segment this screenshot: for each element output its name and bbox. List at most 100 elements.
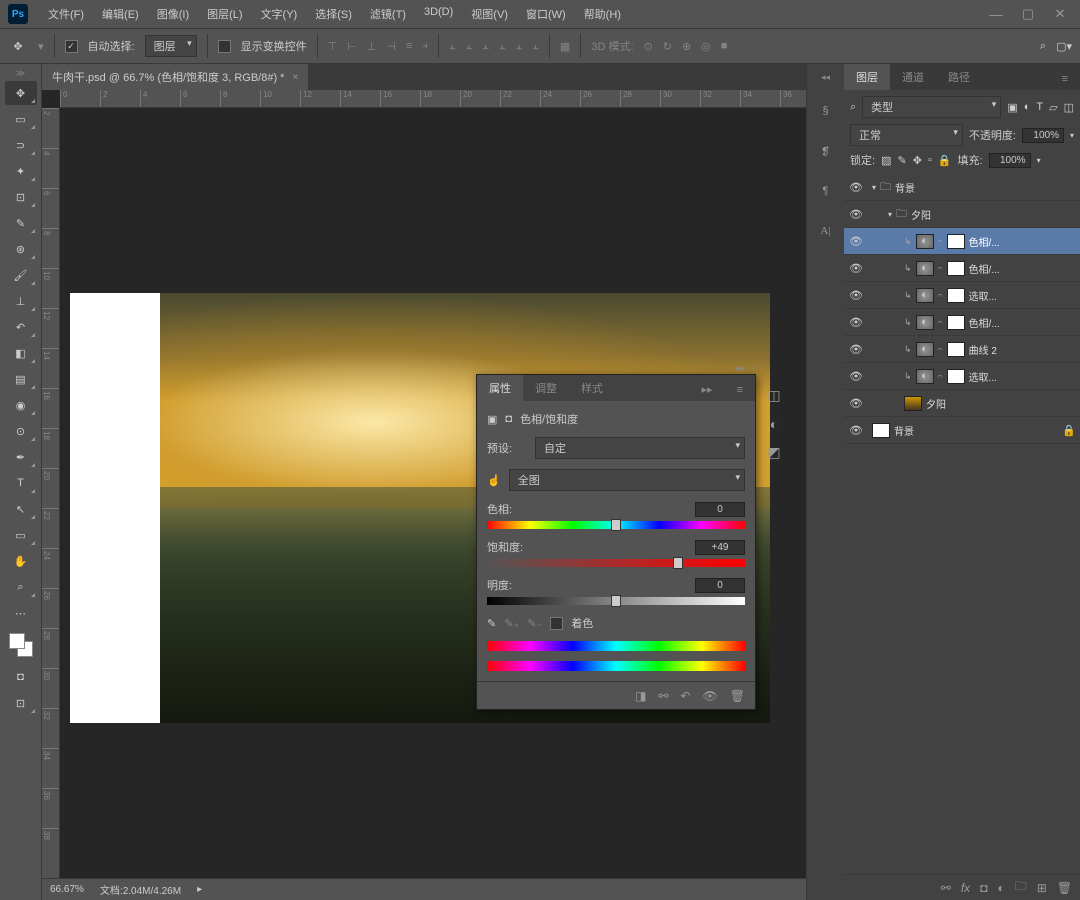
range-dropdown[interactable]: 全图 [509, 469, 745, 491]
hue-value[interactable]: 0 [695, 502, 745, 517]
layer-name[interactable]: 色相/... [969, 234, 1076, 249]
visibility-icon[interactable]: 👁 [848, 181, 864, 194]
adjustment-icon[interactable]: ◐ [997, 881, 1004, 895]
filter-kind-dropdown[interactable]: 类型 [862, 96, 1001, 118]
gradient-tool[interactable]: ▤ [5, 367, 37, 391]
type-tool[interactable]: T [5, 471, 37, 495]
eyedropper-minus-icon[interactable]: ✎₋ [527, 617, 542, 630]
character-panel-icon[interactable]: ❡ [814, 139, 838, 163]
collapse-dock-icon[interactable]: ◂◂ [735, 363, 744, 374]
lock-transparent-icon[interactable]: ▨ [881, 154, 891, 167]
3d-icon[interactable]: ■ [721, 40, 728, 52]
hand-tool[interactable]: ✋ [5, 549, 37, 573]
paragraph-panel-icon[interactable]: ¶ [814, 179, 838, 203]
screenmode-tool[interactable]: ⊡ [5, 691, 37, 715]
layer-name[interactable]: 背景 [895, 180, 1076, 195]
fill-input[interactable]: 100% [989, 153, 1031, 168]
menu-filter[interactable]: 滤镜(T) [362, 2, 414, 26]
clip-icon[interactable]: ◨ [635, 689, 646, 703]
visibility-icon[interactable]: 👁 [848, 397, 864, 410]
color-swatch[interactable] [9, 633, 33, 657]
lock-artboard-icon[interactable]: ▫ [928, 154, 932, 166]
align-icon[interactable]: ⊥ [367, 40, 377, 53]
marquee-tool[interactable]: ▭ [5, 107, 37, 131]
minimize-button[interactable]: — [984, 5, 1008, 23]
distribute-icon[interactable]: ⫠ [516, 40, 523, 53]
panel-menu-icon[interactable]: ≡ [725, 379, 755, 401]
menu-type[interactable]: 文字(Y) [253, 2, 306, 26]
layer-row[interactable]: 👁↳◐𝄐色相/... [844, 309, 1080, 336]
visibility-icon[interactable]: 👁 [848, 208, 864, 221]
menu-window[interactable]: 窗口(W) [518, 2, 574, 26]
edit-toolbar[interactable]: ⋯ [5, 601, 37, 625]
layer-name[interactable]: 背景 [894, 423, 1058, 438]
glyphs-panel-icon[interactable]: A| [814, 219, 838, 243]
menu-view[interactable]: 视图(V) [463, 2, 516, 26]
menu-select[interactable]: 选择(S) [307, 2, 360, 26]
lock-position-icon[interactable]: ✥ [913, 154, 922, 167]
close-dock-icon[interactable]: × [750, 363, 755, 374]
crop-tool[interactable]: ⊡ [5, 185, 37, 209]
doc-info[interactable]: 文档:2.04M/4.26M [100, 882, 181, 897]
zoom-tool[interactable]: ⌕ [5, 575, 37, 599]
visibility-icon[interactable]: 👁 [848, 262, 864, 275]
lasso-tool[interactable]: ⊃ [5, 133, 37, 157]
align-icon[interactable]: ⊤ [328, 40, 338, 53]
path-tool[interactable]: ↖ [5, 497, 37, 521]
visibility-icon[interactable]: 👁 [848, 289, 864, 302]
distribute-icon[interactable]: ⫠ [466, 40, 473, 53]
transform-checkbox[interactable] [218, 40, 231, 53]
eyedropper-icon[interactable]: ✎ [487, 617, 496, 630]
menu-3d[interactable]: 3D(D) [416, 2, 461, 26]
layer-name[interactable]: 夕阳 [911, 207, 1076, 222]
visibility-icon[interactable]: 👁 [848, 424, 864, 437]
fx-icon[interactable]: fx [961, 881, 970, 895]
blend-mode-dropdown[interactable]: 正常 [850, 124, 963, 146]
layer-row[interactable]: 👁背景🔒 [844, 417, 1080, 444]
tab-properties[interactable]: 属性 [477, 375, 523, 401]
eraser-tool[interactable]: ◧ [5, 341, 37, 365]
chevron-right-icon[interactable]: ▸ [197, 884, 202, 895]
3d-icon[interactable]: ◎ [701, 40, 711, 53]
mask-icon[interactable]: ◘ [980, 881, 987, 895]
autoselect-checkbox[interactable]: ✓ [65, 40, 78, 53]
lightness-value[interactable]: 0 [695, 578, 745, 593]
folder-icon[interactable]: 🗀 [1015, 877, 1027, 898]
eyedropper-plus-icon[interactable]: ✎₊ [504, 617, 519, 630]
layer-name[interactable]: 选取... [969, 369, 1076, 384]
menu-edit[interactable]: 编辑(E) [94, 2, 147, 26]
visibility-icon[interactable]: 👁 [848, 316, 864, 329]
history-brush-tool[interactable]: ↶ [5, 315, 37, 339]
pen-tool[interactable]: ✒ [5, 445, 37, 469]
tab-layers[interactable]: 图层 [844, 64, 890, 90]
arrange-icon[interactable]: ▦ [560, 40, 570, 53]
adjustments-dock-icon[interactable]: ◫ [767, 387, 780, 404]
layer-row[interactable]: 👁↳◐𝄐选取... [844, 363, 1080, 390]
distribute-icon[interactable]: ⫠ [499, 40, 506, 53]
visibility-icon[interactable]: 👁 [703, 689, 718, 703]
filter-type-icon[interactable]: T [1036, 101, 1043, 113]
align-icon[interactable]: ⫞ [422, 40, 428, 53]
preset-dropdown[interactable]: 自定 [535, 437, 745, 459]
menu-file[interactable]: 文件(F) [40, 2, 92, 26]
filter-shape-icon[interactable]: ▱ [1049, 101, 1057, 114]
tab-close-icon[interactable]: × [292, 72, 298, 83]
finger-icon[interactable]: ☝ [487, 474, 501, 487]
autoselect-dropdown[interactable]: 图层 [145, 35, 197, 57]
layer-row[interactable]: 👁↳◐𝄐色相/... [844, 255, 1080, 282]
workspace-icon[interactable]: ▢▾ [1056, 40, 1072, 53]
layer-row[interactable]: 👁▾🗀夕阳 [844, 201, 1080, 228]
layer-row[interactable]: 👁夕阳 [844, 390, 1080, 417]
3d-icon[interactable]: ⊕ [682, 40, 691, 53]
chevron-down-icon[interactable]: ▾ [888, 210, 892, 219]
heal-tool[interactable]: ⊛ [5, 237, 37, 261]
brush-tool[interactable]: 🖌 [5, 263, 37, 287]
visibility-icon[interactable]: 👁 [848, 235, 864, 248]
layer-name[interactable]: 色相/... [969, 315, 1076, 330]
lock-all-icon[interactable]: 🔒 [938, 154, 952, 167]
tab-adjustments[interactable]: 调整 [523, 375, 569, 401]
maximize-button[interactable]: ▢ [1016, 5, 1040, 23]
distribute-icon[interactable]: ⫠ [482, 40, 489, 53]
quickmask-tool[interactable]: ◘ [5, 665, 37, 689]
menu-image[interactable]: 图像(I) [149, 2, 197, 26]
